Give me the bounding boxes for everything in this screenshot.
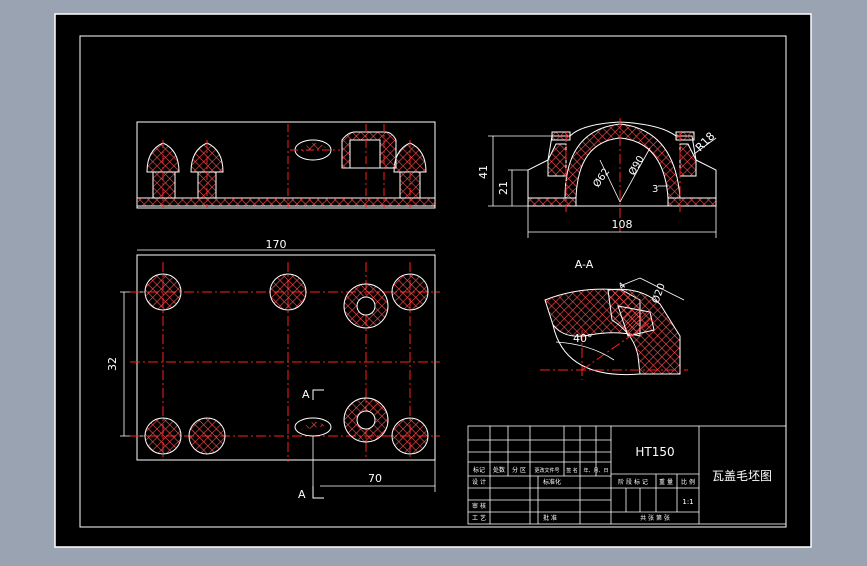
section-title: A-A — [575, 258, 594, 271]
dim-41-label: 41 — [477, 165, 490, 179]
dim-21-label: 21 — [497, 181, 510, 195]
tb-change-doc: 更改文件号 — [534, 467, 559, 474]
tb-weight: 重 量 — [659, 478, 673, 486]
section-mark-bottom: A — [298, 488, 306, 501]
material-label: HT150 — [635, 445, 674, 459]
tb-checker: 审 核 — [472, 502, 486, 510]
dim-70-label: 70 — [368, 472, 382, 485]
dim-108-label: 108 — [612, 218, 633, 231]
tb-date: 年、月、日 — [583, 467, 608, 474]
tb-standardize: 标准化 — [543, 478, 561, 486]
drawing-name: 瓦盖毛坯图 — [712, 469, 772, 483]
tb-count: 处数 — [493, 466, 505, 474]
tb-sheets: 共 张 第 张 — [640, 514, 670, 522]
angle-40-label: 40° — [573, 332, 593, 345]
tb-process: 工 艺 — [472, 514, 486, 522]
section-mark-top: A — [302, 388, 310, 401]
dim-32-label: 32 — [106, 357, 119, 371]
tb-stage-mark: 阶 段 标 记 — [618, 478, 648, 486]
dim-3-label: 3 — [652, 184, 658, 195]
scale-value: 1:1 — [682, 498, 693, 506]
tb-signature: 签 名 — [566, 467, 578, 474]
tb-zone: 分 区 — [512, 466, 526, 474]
drawing-canvas: 170 32 70 A A 41 21 108 R18 Ø62 Ø90 3 A-… — [54, 13, 812, 548]
cad-drawing-viewport[interactable]: 170 32 70 A A 41 21 108 R18 Ø62 Ø90 3 A-… — [0, 0, 867, 562]
dim-170-label: 170 — [266, 238, 287, 251]
tb-scale-label: 比 例 — [681, 478, 695, 486]
tb-marking: 标记 — [473, 466, 485, 474]
tb-designer: 设 计 — [472, 478, 486, 486]
tb-approve: 批 准 — [543, 514, 557, 522]
